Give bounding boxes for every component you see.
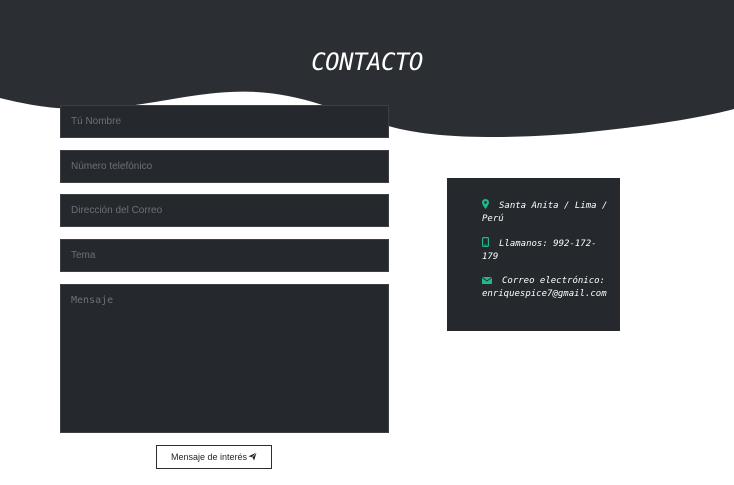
subject-input[interactable] bbox=[60, 239, 389, 272]
email-text: Correo electrónico: enriquespice7@gmail.… bbox=[482, 276, 607, 299]
contact-page: CONTACTO Mensaje de interés Santa Anita … bbox=[0, 0, 734, 485]
address-row: Santa Anita / Lima / Perú bbox=[482, 199, 610, 225]
send-message-label: Mensaje de interés bbox=[170, 452, 248, 462]
email-row: Correo electrónico: enriquespice7@gmail.… bbox=[481, 275, 610, 300]
phone-row: Llamanos: 992-172-179 bbox=[482, 237, 610, 263]
contact-info-card: Santa Anita / Lima / Perú Llamanos: 992-… bbox=[447, 178, 620, 331]
paper-plane-icon bbox=[248, 451, 257, 463]
email-input[interactable] bbox=[60, 194, 389, 227]
phone-text: Llamanos: 992-172-179 bbox=[482, 239, 597, 262]
message-textarea[interactable] bbox=[60, 284, 389, 433]
send-message-button[interactable]: Mensaje de interés bbox=[156, 445, 272, 469]
name-input[interactable] bbox=[60, 105, 389, 138]
envelope-icon bbox=[481, 276, 493, 288]
address-text: Santa Anita / Lima / Perú bbox=[482, 201, 608, 224]
map-marker-icon bbox=[482, 199, 489, 213]
phone-input[interactable] bbox=[60, 150, 389, 183]
page-title: CONTACTO bbox=[311, 48, 423, 76]
mobile-phone-icon bbox=[482, 237, 490, 251]
